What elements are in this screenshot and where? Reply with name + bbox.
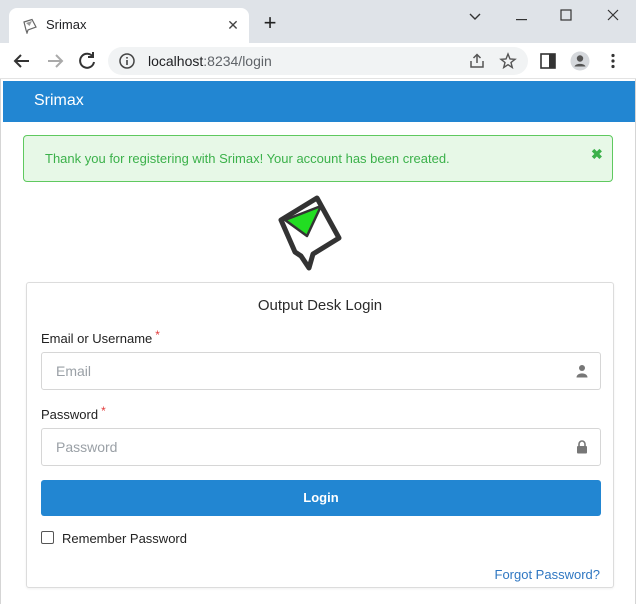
tab-title: Srimax [46, 17, 87, 32]
email-label: Email or Username * [41, 328, 160, 346]
reload-icon[interactable] [75, 49, 99, 73]
forward-arrow-icon[interactable] [43, 49, 67, 73]
user-icon [576, 365, 588, 378]
alert-message: Thank you for registering with Srimax! Y… [45, 151, 450, 166]
login-title: Output Desk Login [257, 297, 383, 314]
srimax-logo [278, 195, 342, 271]
maximize-icon[interactable] [546, 6, 586, 26]
page-content: Srimax Thank you for registering with Sr… [0, 79, 636, 604]
browser-tab[interactable]: Srimax ✕ [9, 8, 249, 43]
window-close-icon[interactable] [593, 6, 633, 26]
share-icon[interactable] [468, 52, 486, 70]
browser-tabstrip: Srimax ✕ + [0, 0, 636, 43]
alert-close-icon[interactable]: ✖ [591, 146, 603, 163]
required-mark: * [155, 328, 160, 342]
url-text: localhost:8234/login [148, 53, 272, 69]
lock-icon [577, 440, 587, 454]
login-card: Output Desk Login Email or Username* Pas… [26, 282, 614, 588]
app-header: Srimax [3, 81, 635, 122]
login-button[interactable]: Login [41, 480, 601, 516]
more-menu-icon[interactable] [603, 51, 623, 71]
browser-toolbar: localhost:8234/login [0, 43, 636, 79]
minimize-icon[interactable] [502, 6, 542, 26]
address-bar[interactable]: localhost:8234/login [108, 47, 528, 75]
password-input[interactable] [42, 429, 572, 465]
password-field[interactable] [41, 428, 601, 466]
success-alert: Thank you for registering with Srimax! Y… [23, 135, 613, 182]
site-info-icon[interactable] [118, 52, 136, 70]
required-mark: * [101, 404, 106, 418]
back-arrow-icon[interactable] [10, 49, 34, 73]
new-tab-icon[interactable]: + [258, 12, 282, 36]
remember-label: Remember Password [62, 531, 187, 546]
profile-avatar-icon[interactable] [570, 51, 590, 71]
email-field[interactable] [41, 352, 601, 390]
bookmark-star-icon[interactable] [499, 52, 517, 70]
email-input[interactable] [42, 353, 572, 389]
srimax-favicon-icon [23, 18, 37, 34]
brand-title[interactable]: Srimax [34, 92, 84, 110]
tab-search-chevron-icon[interactable] [455, 6, 495, 26]
side-panel-icon[interactable] [538, 51, 558, 71]
tab-close-icon[interactable]: ✕ [225, 17, 241, 33]
forgot-password-link[interactable]: Forgot Password? [495, 567, 601, 582]
remember-checkbox[interactable] [41, 531, 54, 544]
password-label: Password * [41, 404, 106, 422]
